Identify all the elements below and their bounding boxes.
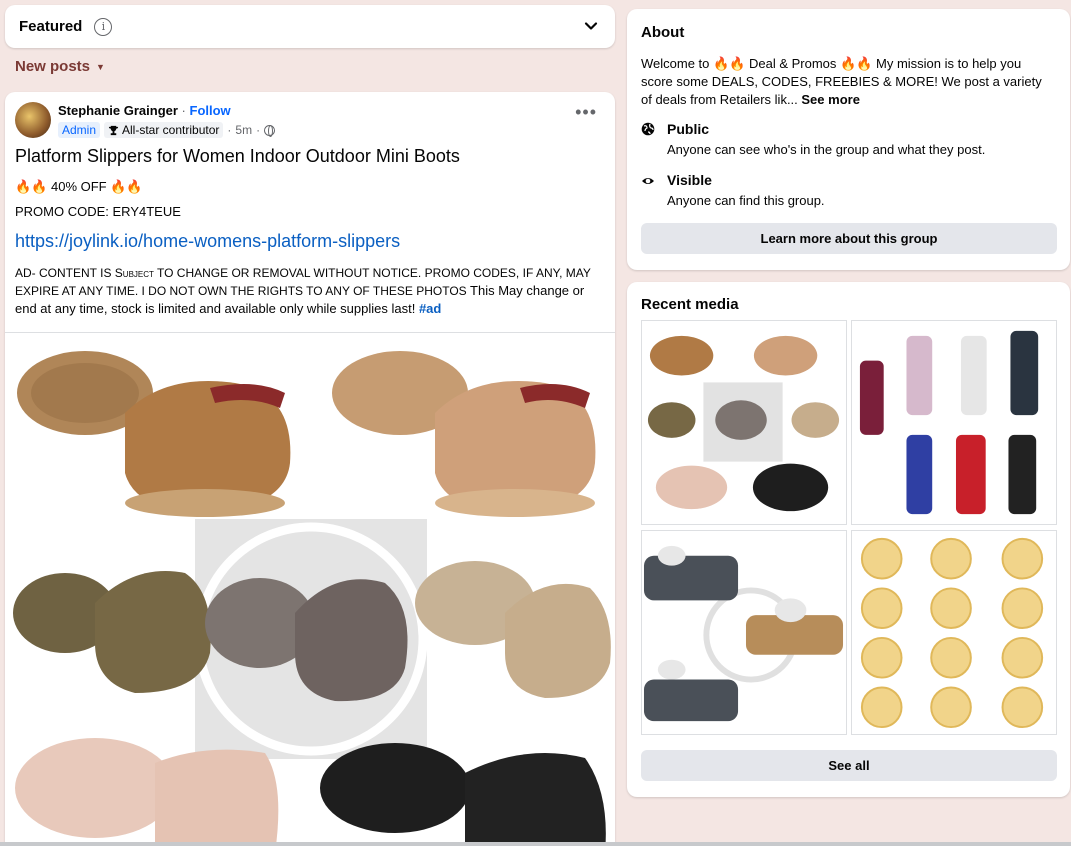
- author-name[interactable]: Stephanie Grainger: [58, 103, 178, 118]
- post-time[interactable]: 5m: [235, 123, 252, 137]
- new-posts-label: New posts: [15, 58, 91, 75]
- featured-bar[interactable]: Featured i: [5, 5, 615, 48]
- new-posts-sort[interactable]: New posts ▼: [15, 58, 105, 75]
- post-card: Stephanie Grainger · Follow Admin All-st…: [5, 92, 615, 846]
- globe-icon: [641, 122, 655, 136]
- recent-media-title: Recent media: [641, 296, 739, 313]
- learn-more-button[interactable]: Learn more about this group: [641, 223, 1057, 254]
- post-discount: 🔥🔥 40% OFF 🔥🔥: [15, 179, 143, 194]
- about-card: About Welcome to 🔥🔥 Deal & Promos 🔥🔥 My …: [627, 9, 1070, 270]
- more-options-icon[interactable]: •••: [575, 103, 597, 121]
- post-author-line: Stephanie Grainger · Follow: [58, 103, 231, 118]
- caret-down-icon: ▼: [96, 61, 105, 72]
- admin-badge: Admin: [58, 122, 101, 138]
- hashtag-link[interactable]: #ad: [419, 301, 441, 316]
- about-description: Welcome to 🔥🔥 Deal & Promos 🔥🔥 My missio…: [641, 55, 1056, 109]
- recent-media-card: Recent media See all: [627, 282, 1070, 797]
- contributor-label: All-star contributor: [122, 123, 220, 137]
- privacy-subtitle: Anyone can see who's in the group and wh…: [667, 142, 986, 157]
- separator: ·: [227, 123, 232, 137]
- post-link[interactable]: https://joylink.io/home-womens-platform-…: [15, 231, 400, 252]
- post-title: Platform Slippers for Women Indoor Outdo…: [15, 146, 460, 166]
- trophy-icon: [108, 125, 119, 135]
- eye-icon: [642, 178, 654, 184]
- post-promo-code: PROMO CODE: ERY4TEUE: [15, 204, 181, 219]
- media-thumbnail[interactable]: [641, 530, 847, 735]
- post-disclaimer: AD- CONTENT IS Subject TO CHANGE OR REMO…: [15, 264, 605, 318]
- about-title: About: [641, 24, 685, 41]
- see-more-link[interactable]: See more: [801, 92, 860, 107]
- visibility-subtitle: Anyone can find this group.: [667, 193, 825, 208]
- privacy-title: Public: [667, 121, 710, 137]
- post-meta: Admin All-star contributor · 5m ·: [58, 122, 276, 138]
- visibility-title: Visible: [667, 172, 712, 188]
- media-thumbnail[interactable]: [851, 530, 1057, 735]
- post-image[interactable]: [5, 333, 615, 846]
- separator: ·: [256, 123, 261, 137]
- horizontal-scrollbar[interactable]: [0, 842, 1071, 846]
- globe-icon: [264, 124, 276, 137]
- see-all-button[interactable]: See all: [641, 750, 1057, 781]
- avatar[interactable]: [15, 102, 51, 138]
- chevron-down-icon[interactable]: [583, 18, 599, 34]
- media-thumbnail[interactable]: [851, 320, 1057, 525]
- separator: ·: [181, 103, 186, 118]
- info-icon[interactable]: i: [94, 17, 113, 36]
- follow-link[interactable]: Follow: [190, 103, 231, 118]
- media-thumbnail[interactable]: [641, 320, 847, 525]
- contributor-badge: All-star contributor: [104, 122, 224, 138]
- featured-title: Featured: [19, 18, 83, 35]
